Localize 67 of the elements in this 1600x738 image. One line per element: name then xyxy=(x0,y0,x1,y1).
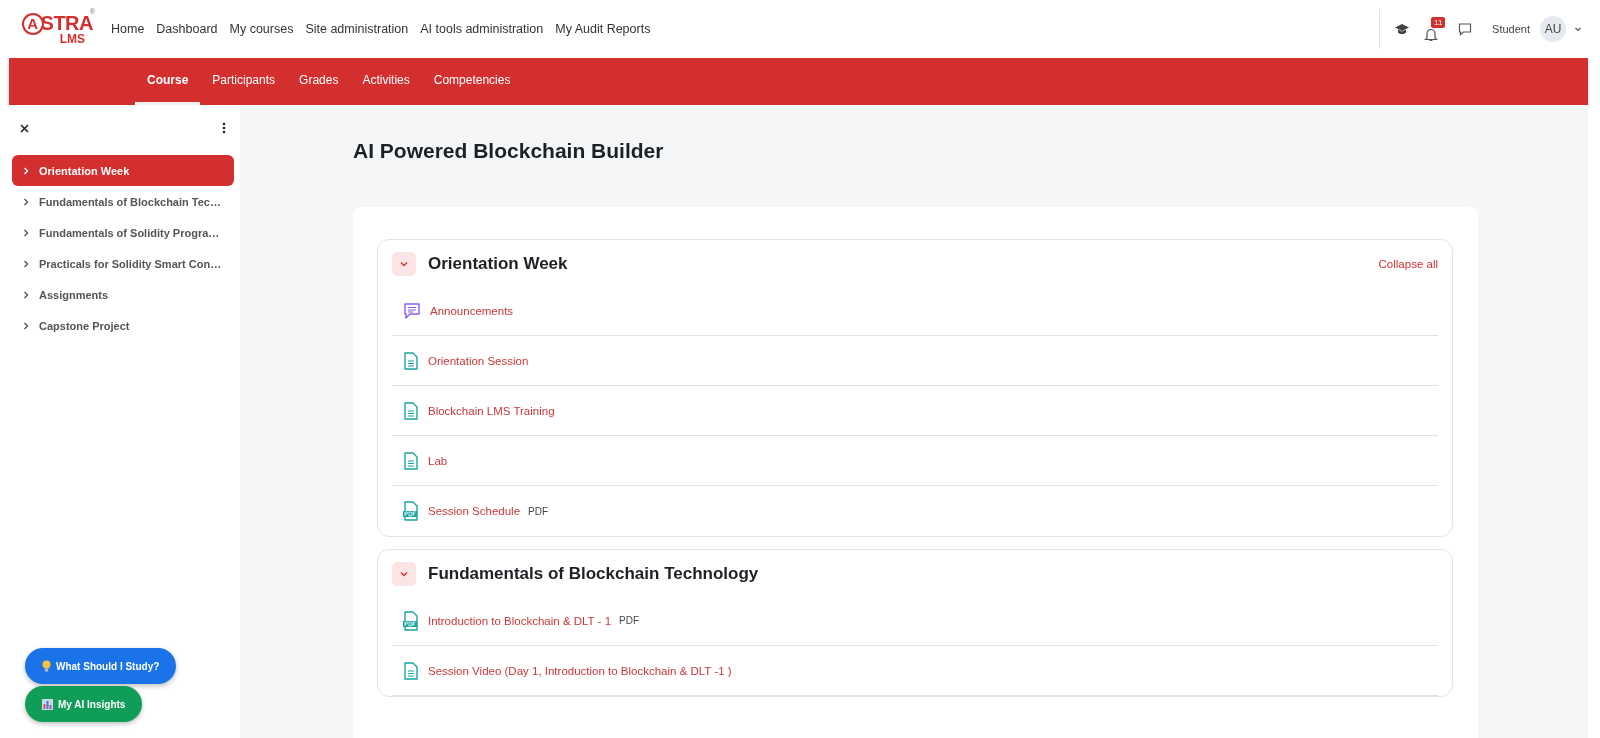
file-type-label: PDF xyxy=(619,615,640,626)
nav-link[interactable]: Dashboard xyxy=(156,22,218,36)
section-title: Fundamentals of Blockchain Technology xyxy=(428,564,760,584)
chevron-right-icon xyxy=(21,258,31,269)
ai-assistant-button[interactable]: My AI Insights xyxy=(25,686,143,722)
nav-link[interactable]: Home xyxy=(111,22,145,36)
course-index-item[interactable]: Practicals for Solidity Smart Con… xyxy=(12,248,234,279)
course-index-item[interactable]: Capstone Project xyxy=(12,310,234,341)
logo-subtitle: LMS xyxy=(59,32,85,46)
more-options-icon[interactable] xyxy=(222,122,226,134)
bell-icon xyxy=(1424,26,1439,42)
notification-count: 11 xyxy=(1431,16,1446,28)
chevron-down-icon xyxy=(399,259,409,269)
course-index-label: Capstone Project xyxy=(39,319,130,332)
close-icon[interactable] xyxy=(20,123,29,133)
document-icon xyxy=(402,660,420,681)
nav-link[interactable]: AI tools administration xyxy=(420,22,544,36)
ai-assistant-button[interactable]: What Should I Study? xyxy=(25,648,177,684)
section-toggle[interactable] xyxy=(392,252,416,276)
pdf-file-icon xyxy=(402,609,420,632)
section-toggle[interactable] xyxy=(392,562,416,586)
activity-link[interactable]: Introduction to Blockchain & DLT - 1 xyxy=(428,614,612,627)
course-index-item[interactable]: Fundamentals of Blockchain Tec… xyxy=(12,186,234,217)
notification-bell[interactable]: 11 xyxy=(1424,16,1445,42)
course-index-label: Practicals for Solidity Smart Con… xyxy=(39,257,222,270)
chat-bubble-icon[interactable] xyxy=(1458,22,1473,36)
course-index-label: Orientation Week xyxy=(39,164,130,177)
course-index-label: Assignments xyxy=(39,288,109,301)
course-tab[interactable]: Participants xyxy=(200,58,288,105)
course-index-label: Fundamentals of Blockchain Tec… xyxy=(39,195,221,208)
lightbulb-icon xyxy=(42,660,51,672)
course-index-label: Fundamentals of Solidity Progra… xyxy=(39,226,220,239)
course-tab[interactable]: Competencies xyxy=(421,58,523,105)
file-type-label: PDF xyxy=(528,505,549,517)
chevron-right-icon xyxy=(21,289,31,300)
course-index-item[interactable]: Orientation Week xyxy=(12,155,234,186)
activity-link[interactable]: Session Video (Day 1, Introduction to Blockchain & DLT -1 ) xyxy=(428,664,732,677)
nav-link[interactable]: Site administration xyxy=(305,22,409,36)
chevron-right-icon xyxy=(21,196,31,207)
nav-link[interactable]: My Audit Reports xyxy=(555,22,651,36)
course-tab[interactable]: Activities xyxy=(350,58,422,105)
bar-chart-icon xyxy=(42,698,53,710)
course-index-item[interactable]: Fundamentals of Solidity Progra… xyxy=(12,217,234,248)
activity-link[interactable]: Blockchain LMS Training xyxy=(428,404,555,417)
course-tab[interactable]: Grades xyxy=(287,58,351,105)
collapse-all-link[interactable]: Collapse all xyxy=(1378,258,1438,270)
chat-icon xyxy=(402,300,422,321)
activity-link[interactable]: Announcements xyxy=(430,304,514,317)
chevron-right-icon xyxy=(21,320,31,331)
course-title: AI Powered Blockchain Builder xyxy=(353,139,665,163)
graduation-cap-icon[interactable] xyxy=(1394,22,1411,36)
chevron-right-icon xyxy=(21,165,31,176)
section-title: Orientation Week xyxy=(428,254,569,274)
user-role: Student xyxy=(1492,23,1530,35)
activity-link[interactable]: Lab xyxy=(428,454,448,467)
document-icon xyxy=(402,400,420,421)
course-index-item[interactable]: Assignments xyxy=(12,279,234,310)
pdf-file-icon xyxy=(402,500,420,522)
activity-link[interactable]: Session Schedule xyxy=(428,505,521,517)
document-icon xyxy=(402,450,420,471)
activity-link[interactable]: Orientation Session xyxy=(428,354,529,367)
caret-icon[interactable] xyxy=(1574,25,1582,33)
chevron-right-icon xyxy=(21,227,31,238)
document-icon xyxy=(402,350,420,371)
user-avatar[interactable]: AU xyxy=(1540,16,1566,42)
nav-link[interactable]: My courses xyxy=(229,22,294,36)
chevron-down-icon xyxy=(399,569,409,579)
